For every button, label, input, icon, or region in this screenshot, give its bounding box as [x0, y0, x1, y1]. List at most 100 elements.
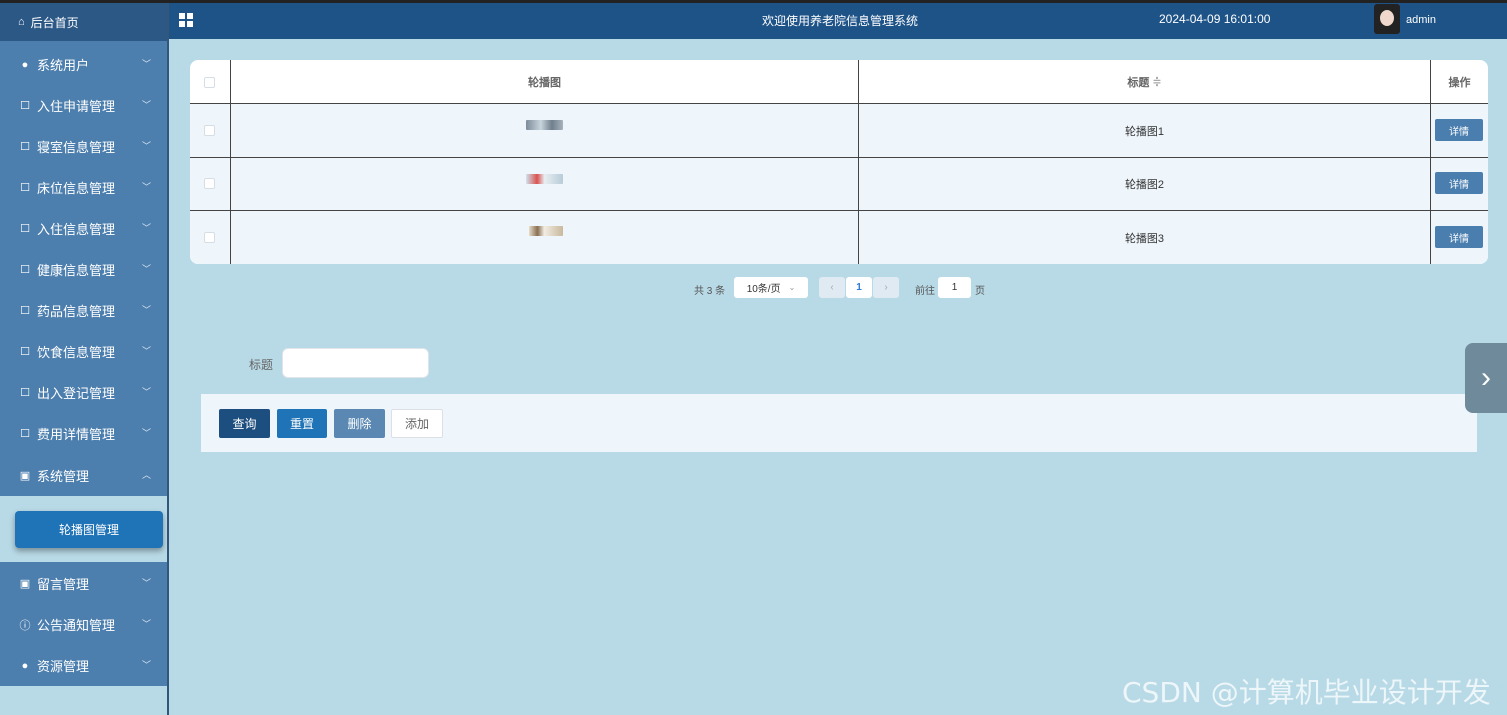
- edit-icon: ☐: [20, 264, 30, 276]
- sidebar-item-label: 费用详情管理: [37, 427, 116, 442]
- avatar[interactable]: [1374, 4, 1400, 34]
- chevron-down-icon: ﹀: [141, 59, 151, 69]
- goto-page-input[interactable]: 1: [938, 277, 971, 298]
- carousel-thumbnail: [526, 174, 563, 184]
- sidebar-item[interactable]: ● 资源管理 ﹀: [0, 645, 167, 686]
- sidebar-item-label: 寝室信息管理: [37, 140, 116, 155]
- picture-icon: ▣: [19, 470, 31, 482]
- next-page-button[interactable]: ›: [873, 277, 899, 298]
- detail-button[interactable]: 详情: [1435, 172, 1483, 194]
- chevron-down-icon: ﹀: [141, 305, 151, 315]
- detail-button[interactable]: 详情: [1435, 226, 1483, 248]
- row-checkbox[interactable]: [204, 178, 215, 189]
- add-button[interactable]: 添加: [391, 409, 443, 438]
- header-datetime: 2024-04-09 16:01:00: [1159, 12, 1271, 26]
- delete-button[interactable]: 删除: [334, 409, 385, 438]
- user-icon: ●: [21, 58, 29, 71]
- chevron-down-icon: ﹀: [141, 346, 151, 356]
- sidebar-item-label: 健康信息管理: [37, 263, 116, 278]
- column-header-title-label: 标题: [1127, 76, 1150, 89]
- picture-icon: ▣: [19, 578, 31, 590]
- bulb-icon: ●: [21, 659, 29, 672]
- sidebar-item[interactable]: ☐ 出入登记管理 ﹀: [0, 372, 167, 413]
- page-size-value: 10条/页: [746, 284, 781, 295]
- sidebar-item[interactable]: ▣ 系统管理 ︿: [0, 455, 167, 496]
- edit-icon: ☐: [20, 100, 30, 112]
- edit-icon: ☐: [20, 346, 30, 358]
- carousel-thumbnail: [526, 120, 563, 130]
- query-button[interactable]: 查询: [219, 409, 270, 438]
- chevron-down-icon: ﹀: [141, 100, 151, 110]
- chevron-down-icon: ﹀: [141, 182, 151, 192]
- menu-grid-icon[interactable]: [179, 13, 193, 27]
- chevron-up-icon: ︿: [141, 470, 151, 480]
- submenu-carousel-management[interactable]: 轮播图管理: [15, 511, 163, 548]
- chevron-down-icon: ﹀: [141, 223, 151, 233]
- sidebar: ⌂ 后台首页 ● 系统用户 ﹀ ☐ 入住申请管理 ﹀ ☐ 寝室信息管理 ﹀ ☐ 床位信息管理 ﹀ ☐ 入住…: [0, 3, 169, 715]
- sidebar-item[interactable]: ☐ 饮食信息管理 ﹀: [0, 331, 167, 372]
- sidebar-item-label: 资源管理: [37, 659, 90, 674]
- page-size-select[interactable]: 10条/页 ⌄: [734, 277, 808, 298]
- sidebar-item-label: 床位信息管理: [37, 181, 116, 196]
- sidebar-item[interactable]: ☐ 健康信息管理 ﹀: [0, 249, 167, 290]
- search-title-label: 标题: [249, 358, 274, 372]
- header: 欢迎使用养老院信息管理系统 2024-04-09 16:01:00 admin: [169, 3, 1507, 39]
- column-header-title[interactable]: 标题 ≑: [859, 60, 1430, 103]
- sidebar-item-label: 公告通知管理: [37, 618, 116, 633]
- sidebar-item[interactable]: ☐ 入住信息管理 ﹀: [0, 208, 167, 249]
- chevron-down-icon: ﹀: [141, 660, 151, 670]
- header-title: 欢迎使用养老院信息管理系统: [762, 14, 919, 28]
- search-title-input[interactable]: [282, 348, 429, 378]
- prev-page-button[interactable]: ‹: [819, 277, 845, 298]
- sidebar-item-label: 系统用户: [37, 58, 90, 73]
- sidebar-item[interactable]: ☐ 费用详情管理 ﹀: [0, 413, 167, 454]
- reset-button[interactable]: 重置: [277, 409, 327, 438]
- watermark: CSDN @计算机毕业设计开发: [1122, 676, 1491, 709]
- page-suffix: 页: [975, 286, 985, 297]
- select-all-checkbox[interactable]: [204, 77, 215, 88]
- chevron-right-icon[interactable]: ›: [1465, 343, 1507, 413]
- edit-icon: ☐: [20, 387, 30, 399]
- sidebar-item-label: 入住申请管理: [37, 99, 116, 114]
- column-header-action: 操作: [1448, 76, 1471, 89]
- chevron-down-icon: ﹀: [141, 578, 151, 588]
- sidebar-item-label: 系统管理: [37, 469, 90, 484]
- info-icon: ⓘ: [19, 619, 31, 632]
- page-number-current[interactable]: 1: [846, 277, 872, 298]
- chevron-down-icon: ﹀: [141, 619, 151, 629]
- sidebar-item[interactable]: ▣ 留言管理 ﹀: [0, 563, 167, 604]
- sidebar-item[interactable]: ☐ 入住申请管理 ﹀: [0, 85, 167, 126]
- home-icon: ⌂: [18, 16, 25, 28]
- sidebar-item-label: 饮食信息管理: [37, 345, 116, 360]
- chevron-down-icon: ﹀: [141, 428, 151, 438]
- sidebar-item[interactable]: ☐ 寝室信息管理 ﹀: [0, 126, 167, 167]
- pagination-total: 共 3 条: [694, 286, 726, 297]
- edit-icon: ☐: [20, 182, 30, 194]
- chevron-down-icon: ﹀: [141, 387, 151, 397]
- chevron-down-icon: ﹀: [141, 141, 151, 151]
- chevron-down-icon: ﹀: [141, 264, 151, 274]
- goto-label: 前往: [915, 286, 935, 297]
- carousel-thumbnail: [529, 226, 563, 236]
- sidebar-item[interactable]: ☐ 床位信息管理 ﹀: [0, 167, 167, 208]
- sidebar-item-label: 留言管理: [37, 577, 90, 592]
- row-checkbox[interactable]: [204, 125, 215, 136]
- sidebar-item[interactable]: ● 系统用户 ﹀: [0, 44, 167, 85]
- sidebar-item[interactable]: ⓘ 公告通知管理 ﹀: [0, 604, 167, 645]
- detail-button[interactable]: 详情: [1435, 119, 1483, 141]
- sidebar-item-label: 入住信息管理: [37, 222, 116, 237]
- row-checkbox[interactable]: [204, 232, 215, 243]
- sidebar-home[interactable]: ⌂ 后台首页: [0, 3, 167, 41]
- edit-icon: ☐: [20, 223, 30, 235]
- sidebar-item[interactable]: ☐ 药品信息管理 ﹀: [0, 290, 167, 331]
- header-username[interactable]: admin: [1406, 14, 1436, 26]
- sidebar-home-label: 后台首页: [30, 15, 79, 30]
- column-header-carousel: 轮播图: [528, 76, 561, 89]
- row-title: 轮播图1: [1124, 125, 1165, 138]
- edit-icon: ☐: [20, 305, 30, 317]
- data-table: 轮播图 标题 ≑ 操作 轮播图1 详情 轮播图2 详情 轮播图3 详情: [190, 60, 1488, 264]
- sidebar-item-label: 出入登记管理: [37, 386, 116, 401]
- sort-icon[interactable]: ≑: [1152, 75, 1161, 88]
- edit-icon: ☐: [20, 141, 30, 153]
- chevron-down-icon: ⌄: [788, 283, 796, 292]
